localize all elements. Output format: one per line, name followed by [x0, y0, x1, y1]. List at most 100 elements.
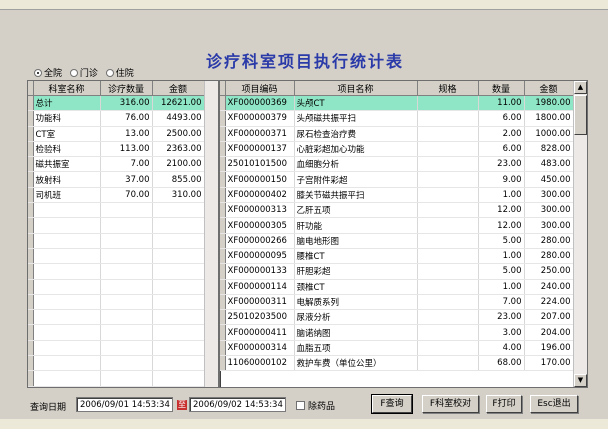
table-row[interactable] — [28, 340, 205, 357]
dept-amount-cell — [152, 279, 205, 295]
table-row[interactable] — [28, 248, 205, 265]
dept-qty-cell — [100, 294, 153, 311]
dept-qty-cell — [100, 355, 153, 372]
table-row[interactable]: 检验科 113.00 2363.00 — [28, 141, 205, 158]
table-row[interactable]: XF000000305 肝功能 12.00 300.00 — [220, 217, 574, 234]
item-qty-cell: 1.00 — [478, 279, 525, 295]
table-row[interactable] — [28, 279, 205, 295]
table-row[interactable] — [28, 309, 205, 326]
table-row[interactable]: XF000000371 尿石检查治疗费 2.00 1000.00 — [220, 126, 574, 142]
scope-outpatient-radio[interactable]: 门诊 — [69, 66, 98, 79]
col-header-item-qty[interactable]: 数量 — [478, 81, 525, 96]
table-row[interactable] — [28, 370, 205, 387]
item-amount-cell: 483.00 — [524, 156, 574, 173]
table-row[interactable]: XF000000311 电解质系列 7.00 224.00 — [220, 294, 574, 311]
item-code-cell: XF000000133 — [225, 263, 295, 280]
item-name-cell: 血细胞分析 — [294, 156, 418, 173]
department-grid[interactable]: 科室名称 诊疗数量 金额 总计 316.00 12621.00 功能科 76.00 449… — [27, 80, 219, 388]
col-header-item-code[interactable]: 项目编码 — [225, 81, 295, 96]
table-row[interactable]: 11060000102 救护车费（单位公里） 68.00 170.00 — [220, 355, 574, 372]
dept-check-button[interactable]: F科室校对 — [422, 395, 479, 413]
dept-name-cell — [33, 386, 101, 387]
item-qty-cell: 3.00 — [478, 324, 525, 341]
item-amount-cell: 450.00 — [524, 171, 574, 188]
col-header-dept-amount[interactable]: 金额 — [152, 81, 205, 96]
table-row[interactable] — [28, 202, 205, 219]
radio-dot[interactable] — [34, 68, 42, 77]
radio-label: 门诊 — [79, 69, 98, 79]
scroll-up-arrow-icon[interactable]: ▲ — [574, 81, 587, 94]
exclude-drugs-checkbox[interactable]: 除药品 — [296, 399, 335, 412]
dept-qty-cell — [100, 309, 153, 326]
table-row[interactable]: XF000000402 膝关节磁共振平扫 1.00 300.00 — [220, 187, 574, 204]
table-row[interactable]: XF000000133 肝胆彩超 5.00 250.00 — [220, 263, 574, 280]
radio-dot[interactable] — [105, 68, 114, 77]
department-scrollbar[interactable] — [204, 81, 218, 387]
query-button[interactable]: F查询 — [371, 394, 413, 414]
table-row[interactable]: 磁共振室 7.00 2100.00 — [28, 156, 205, 173]
table-row[interactable]: XF000000313 乙肝五项 12.00 300.00 — [220, 202, 574, 219]
table-row[interactable]: 放射科 37.00 855.00 — [28, 171, 205, 188]
table-row[interactable] — [28, 233, 205, 249]
item-name-cell: 心脏彩超加心功能 — [294, 141, 418, 158]
table-row[interactable]: XF000000150 子宫附件彩超 9.00 450.00 — [220, 171, 574, 188]
item-code-cell: XF000000314 — [225, 340, 295, 357]
item-grid[interactable]: 项目编码 项目名称 规格 数量 金额 XF000000369 头颅CT 11.00 1… — [219, 80, 588, 388]
start-date-field[interactable]: 2006/09/01 14:53:34 — [76, 397, 173, 412]
dept-qty-cell — [100, 202, 153, 219]
table-row[interactable] — [28, 217, 205, 234]
dept-qty-cell — [100, 248, 153, 265]
table-row[interactable]: 25010203500 尿液分析 23.00 207.00 — [220, 309, 574, 326]
table-row[interactable] — [28, 294, 205, 311]
table-row[interactable]: XF000000137 心脏彩超加心功能 6.00 828.00 — [220, 141, 574, 158]
table-row[interactable]: XF000000314 血脂五项 4.00 196.00 — [220, 340, 574, 357]
menu-bar[interactable] — [0, 0, 608, 10]
dept-qty-cell: 13.00 — [100, 126, 153, 142]
table-row[interactable]: XF000000369 头颅CT 11.00 1980.00 — [220, 95, 574, 112]
dept-qty-cell — [100, 263, 153, 280]
table-row[interactable]: 司机班 70.00 310.00 — [28, 187, 205, 204]
item-amount-cell: 224.00 — [524, 294, 574, 311]
table-row[interactable] — [28, 263, 205, 280]
date-range-separator: 至 — [177, 400, 187, 410]
col-header-dept-name[interactable]: 科室名称 — [33, 81, 101, 96]
col-header-item-spec[interactable]: 规格 — [417, 81, 479, 96]
item-scrollbar[interactable]: ▲ ▼ — [573, 81, 587, 387]
item-name-cell: 肝功能 — [294, 217, 418, 234]
col-header-item-amount[interactable]: 金额 — [524, 81, 574, 96]
table-row[interactable]: XF000000411 脑诺纳图 3.00 204.00 — [220, 324, 574, 341]
table-row[interactable]: 总计 316.00 12621.00 — [28, 95, 205, 112]
item-spec-cell — [417, 202, 479, 219]
table-row[interactable]: XF000000379 头颅磁共振平扫 6.00 1800.00 — [220, 110, 574, 127]
item-name-cell: 血脂五项 — [294, 340, 418, 357]
scope-all-radio[interactable]: 全院 — [34, 66, 62, 79]
item-code-cell: XF000000150 — [225, 171, 295, 188]
table-row[interactable]: 功能科 76.00 4493.00 — [28, 110, 205, 127]
radio-dot[interactable] — [69, 68, 78, 77]
col-header-dept-qty[interactable]: 诊疗数量 — [100, 81, 153, 96]
print-button[interactable]: F打印 — [486, 395, 522, 413]
item-amount-cell: 828.00 — [524, 141, 574, 158]
scroll-thumb[interactable] — [574, 95, 587, 135]
item-amount-cell: 280.00 — [524, 233, 574, 249]
item-code-cell: 25010101500 — [225, 156, 295, 173]
dept-qty-cell — [100, 217, 153, 234]
table-row[interactable] — [28, 324, 205, 341]
table-row[interactable] — [28, 386, 205, 387]
item-amount-cell: 280.00 — [524, 248, 574, 265]
end-date-field[interactable]: 2006/09/02 14:53:34 — [189, 397, 286, 412]
item-qty-cell: 9.00 — [478, 171, 525, 188]
table-row[interactable]: XF000000095 腰椎CT 1.00 280.00 — [220, 248, 574, 265]
table-row[interactable]: XF000000266 脑电地形图 5.00 280.00 — [220, 233, 574, 249]
scope-inpatient-radio[interactable]: 住院 — [105, 66, 134, 79]
table-row[interactable]: CT室 13.00 2500.00 — [28, 126, 205, 142]
report-title: 诊疗科室项目执行统计表 — [205, 52, 404, 71]
table-row[interactable] — [28, 355, 205, 372]
scroll-down-arrow-icon[interactable]: ▼ — [574, 374, 587, 387]
col-header-item-name[interactable]: 项目名称 — [294, 81, 418, 96]
exit-button[interactable]: Esc退出 — [530, 395, 578, 413]
table-row[interactable]: 25010101500 血细胞分析 23.00 483.00 — [220, 156, 574, 173]
table-row[interactable]: XF000000114 颈椎CT 1.00 240.00 — [220, 279, 574, 295]
checkbox-box[interactable] — [296, 401, 305, 410]
item-code-cell: XF000000114 — [225, 279, 295, 295]
